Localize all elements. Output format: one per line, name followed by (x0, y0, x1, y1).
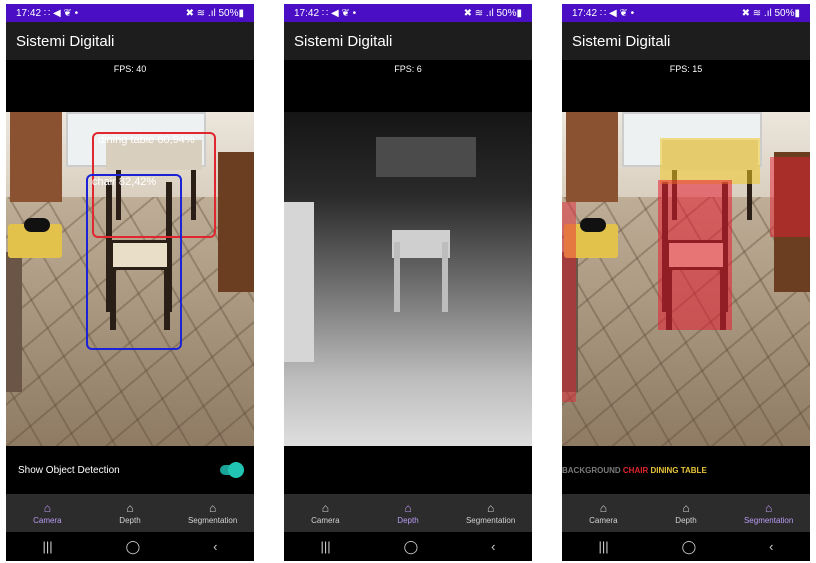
back-button[interactable]: ‹ (213, 539, 217, 554)
nav-label: Depth (119, 515, 141, 525)
status-time: 17:42 (16, 7, 42, 19)
home-icon: ⌂ (404, 500, 412, 515)
home-icon: ⌂ (487, 500, 495, 515)
fps-counter: FPS: 15 (562, 60, 810, 112)
nav-label: Segmentation (465, 515, 516, 525)
status-right: ✖ ≋ .ıl 50%▮ (741, 7, 800, 19)
depth-table (376, 137, 476, 177)
cabinet (218, 152, 254, 292)
home-icon: ⌂ (321, 500, 329, 515)
nav-segmentation[interactable]: ⌂ Segmentation (451, 502, 531, 525)
status-icons: ∷ ◀ ❦ • (321, 7, 357, 19)
home-icon: ⌂ (599, 500, 607, 515)
nav-depth[interactable]: ⌂ Depth (368, 502, 448, 525)
recents-button[interactable]: ||| (598, 539, 608, 554)
bbox-label: dining table 60,94% (98, 134, 195, 146)
nav-depth[interactable]: ⌂ Depth (90, 502, 170, 525)
fps-counter: FPS: 6 (284, 60, 532, 112)
app-title: Sistemi Digitali (6, 22, 254, 60)
nav-camera[interactable]: ⌂ Camera (7, 502, 87, 525)
status-right: ✖ ≋ .ıl 50%▮ (463, 7, 522, 19)
toggle-label: Show Object Detection (18, 464, 120, 476)
legend-chair: CHAIR (622, 465, 649, 475)
bottom-navigation: ⌂ Camera ⌂ Depth ⌂ Segmentation (6, 494, 254, 532)
system-navigation: ||| ◯ ‹ (562, 532, 810, 561)
home-icon: ⌂ (126, 500, 134, 515)
fps-counter: FPS: 40 (6, 60, 254, 112)
bottom-navigation: ⌂ Camera ⌂ Depth ⌂ Segmentation (562, 494, 810, 532)
nav-label: Camera (589, 515, 618, 525)
segmentation-view (562, 112, 810, 446)
status-bar: 17:42 ∷ ◀ ❦ • ✖ ≋ .ıl 50%▮ (284, 4, 532, 22)
nav-segmentation[interactable]: ⌂ Segmentation (173, 502, 253, 525)
status-bar: 17:42 ∷ ◀ ❦ • ✖ ≋ .ıl 50%▮ (562, 4, 810, 22)
phone-screen-camera: 17:42 ∷ ◀ ❦ • ✖ ≋ .ıl 50%▮ Sistemi Digit… (6, 4, 254, 561)
nav-label: Depth (397, 515, 419, 525)
bbox-chair: chair 82,42% (86, 174, 182, 350)
app-title: Sistemi Digitali (284, 22, 532, 60)
nav-label: Depth (675, 515, 697, 525)
nav-label: Camera (33, 515, 62, 525)
legend-background: BACKGROUND (562, 465, 621, 475)
back-button[interactable]: ‹ (491, 539, 495, 554)
nav-camera[interactable]: ⌂ Camera (563, 502, 643, 525)
bbox-label: chair 82,42% (92, 176, 157, 188)
home-icon: ⌂ (209, 500, 217, 515)
system-navigation: ||| ◯ ‹ (6, 532, 254, 561)
depth-empty-row (284, 446, 532, 494)
home-button[interactable]: ◯ (404, 539, 419, 555)
status-time: 17:42 (572, 7, 598, 19)
phone-screen-segmentation: 17:42 ∷ ◀ ❦ • ✖ ≋ .ıl 50%▮ Sistemi Digit… (562, 4, 810, 561)
nav-label: Camera (311, 515, 340, 525)
door (10, 112, 62, 202)
segment-chair (562, 202, 576, 402)
nav-segmentation[interactable]: ⌂ Segmentation (729, 502, 809, 525)
home-icon: ⌂ (43, 500, 51, 515)
status-right: ✖ ≋ .ıl 50%▮ (185, 7, 244, 19)
recents-button[interactable]: ||| (42, 539, 52, 554)
camera-view: dining table 60,94% chair 82,42% (6, 112, 254, 446)
status-time: 17:42 (294, 7, 320, 19)
nav-label: Segmentation (743, 515, 794, 525)
app-title: Sistemi Digitali (562, 22, 810, 60)
segment-dining-table (660, 138, 760, 184)
status-bar: 17:42 ∷ ◀ ❦ • ✖ ≋ .ıl 50%▮ (6, 4, 254, 22)
system-navigation: ||| ◯ ‹ (284, 532, 532, 561)
nav-camera[interactable]: ⌂ Camera (285, 502, 365, 525)
nav-depth[interactable]: ⌂ Depth (646, 502, 726, 525)
recents-button[interactable]: ||| (320, 539, 330, 554)
cat (24, 218, 50, 232)
status-icons: ∷ ◀ ❦ • (43, 7, 79, 19)
bottom-navigation: ⌂ Camera ⌂ Depth ⌂ Segmentation (284, 494, 532, 532)
segment-chair (658, 180, 732, 330)
home-icon: ⌂ (765, 500, 773, 515)
legend-dining-table: DINING TABLE (650, 465, 707, 475)
home-button[interactable]: ◯ (126, 539, 141, 555)
object-detection-switch[interactable] (220, 462, 244, 478)
segmentation-legend: BACKGROUND CHAIR DINING TABLE (562, 446, 810, 494)
status-icons: ∷ ◀ ❦ • (599, 7, 635, 19)
depth-map-view (284, 112, 532, 446)
home-icon: ⌂ (682, 500, 690, 515)
detection-toggle-row: Show Object Detection (6, 446, 254, 494)
phone-screen-depth: 17:42 ∷ ◀ ❦ • ✖ ≋ .ıl 50%▮ Sistemi Digit… (284, 4, 532, 561)
home-button[interactable]: ◯ (682, 539, 697, 555)
back-button[interactable]: ‹ (769, 539, 773, 554)
segment-chair (770, 157, 810, 237)
nav-label: Segmentation (187, 515, 238, 525)
